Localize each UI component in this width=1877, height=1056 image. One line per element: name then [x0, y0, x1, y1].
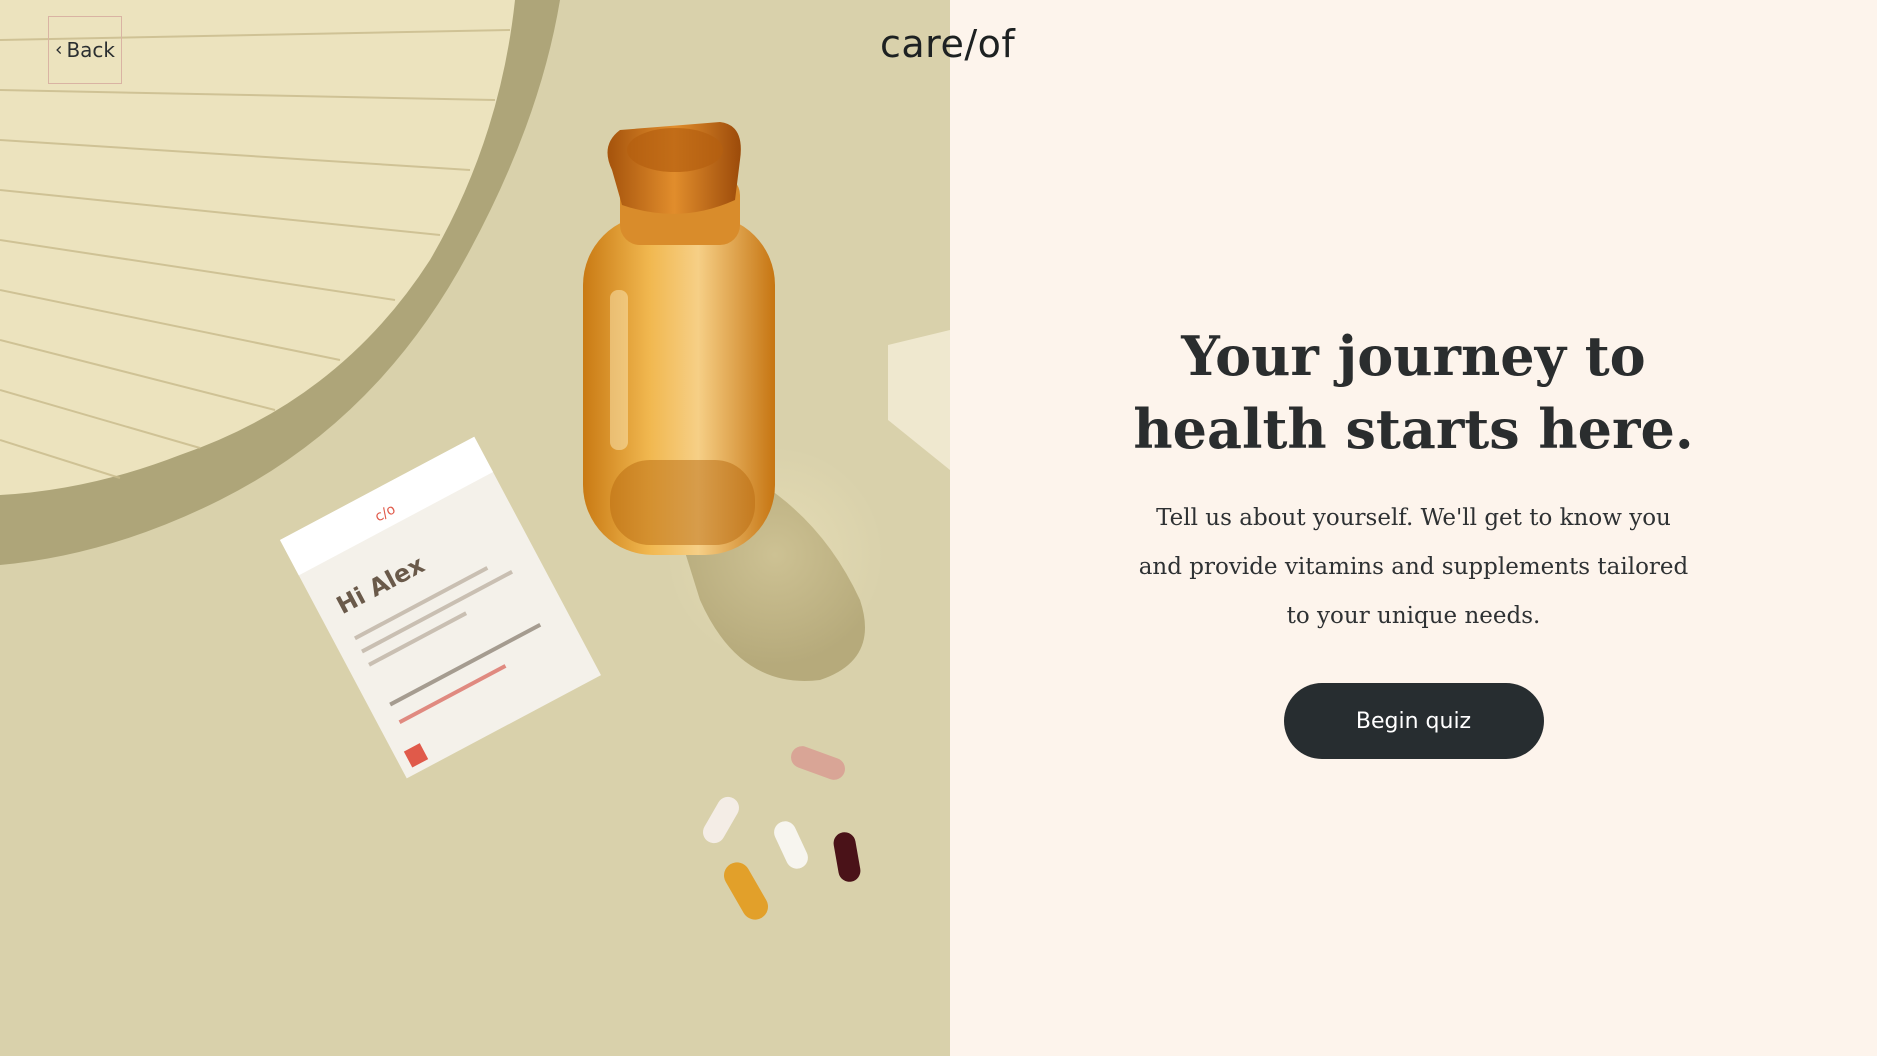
page-subtitle: Tell us about yourself. We'll get to kno…	[1138, 505, 1689, 629]
back-button-label: Back	[66, 38, 115, 62]
chevron-left-icon	[56, 46, 61, 54]
brand-logo[interactable]: care/of	[880, 22, 1015, 66]
product-photo: c/o Hi Alex Back	[0, 0, 950, 1056]
hero-section: Your journey to health starts here. Tell…	[950, 320, 1877, 759]
quiz-intro-panel: Your journey to health starts here. Tell…	[950, 0, 1877, 1056]
begin-quiz-button[interactable]: Begin quiz	[1283, 683, 1544, 759]
back-button[interactable]: Back	[48, 16, 122, 84]
product-photo-illustration: c/o Hi Alex	[0, 0, 950, 1056]
page-title: Your journey to health starts here.	[1133, 324, 1694, 461]
